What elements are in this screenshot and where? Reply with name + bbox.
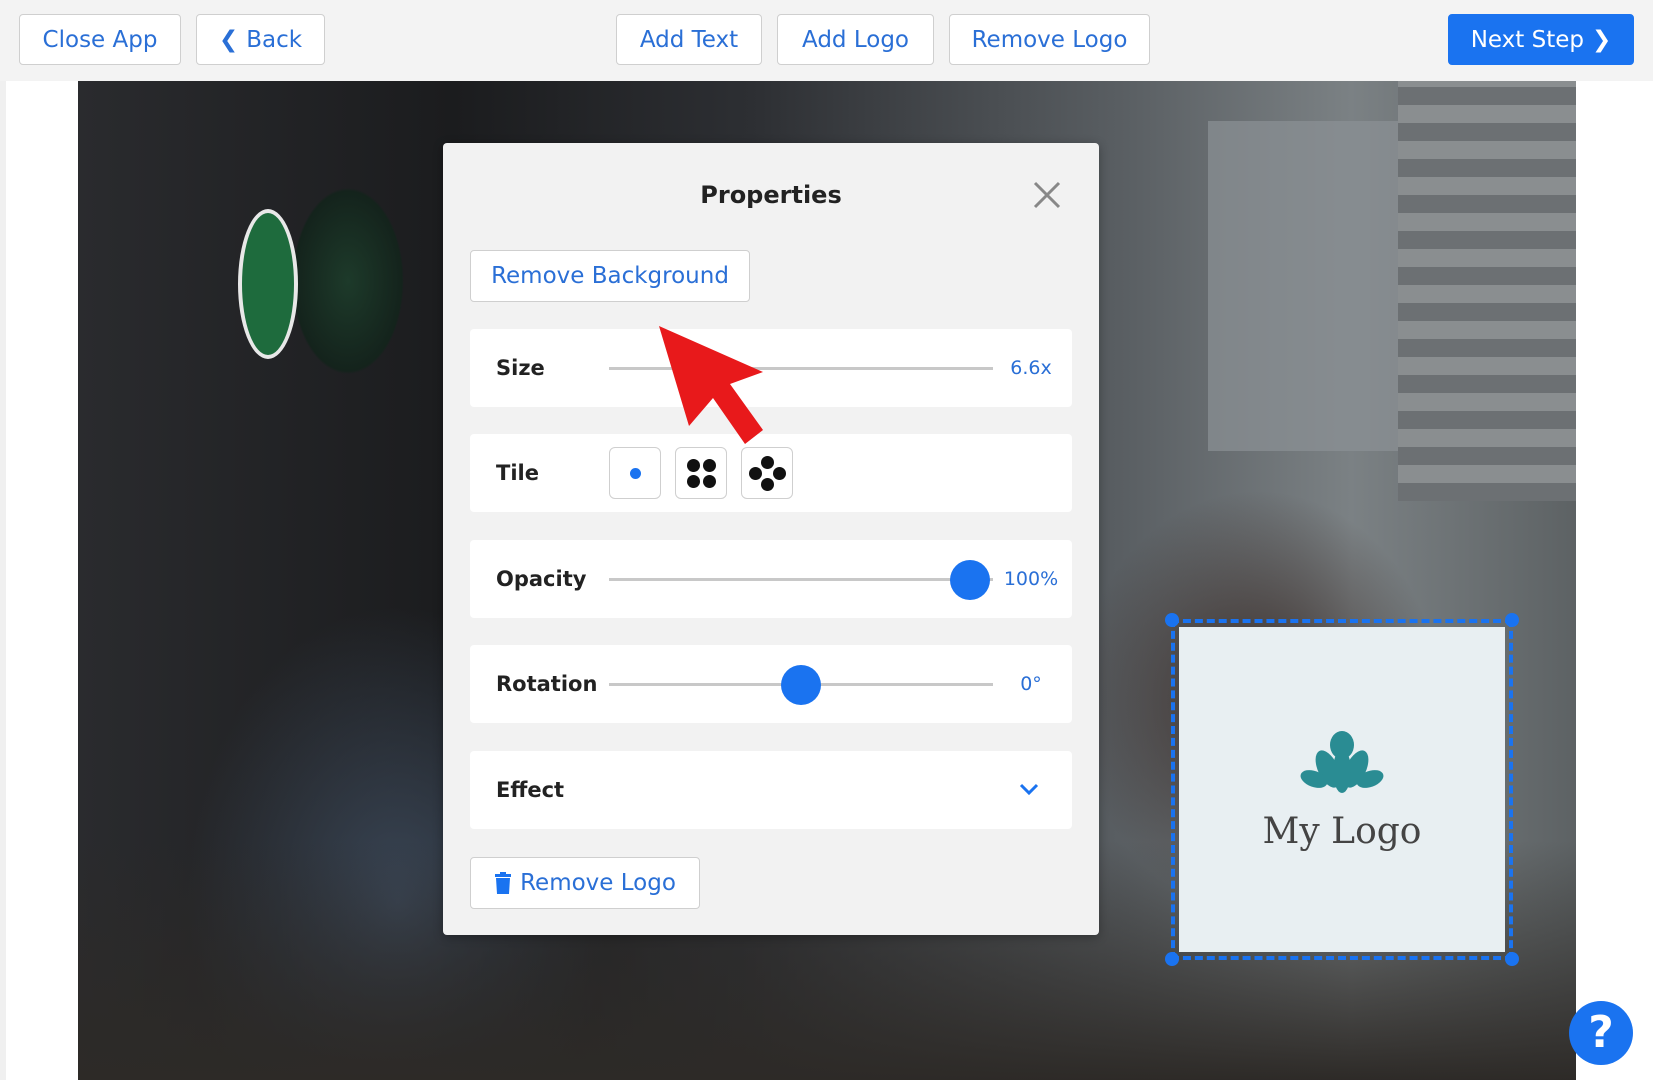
size-row: Size 6.6x	[470, 329, 1072, 407]
close-icon[interactable]	[1031, 179, 1063, 211]
logo-text: My Logo	[1262, 811, 1422, 852]
effect-label: Effect	[496, 778, 565, 802]
dot-icon	[687, 475, 700, 488]
remove-background-label: Remove Background	[491, 263, 729, 289]
photo-stairs	[1398, 81, 1576, 501]
dot-icon	[703, 459, 716, 472]
starbucks-sign	[238, 209, 298, 359]
effect-dropdown[interactable]: Effect	[470, 751, 1072, 829]
logo-selection[interactable]: My Logo	[1165, 613, 1519, 966]
logo-image: My Logo	[1179, 627, 1505, 952]
remove-logo-toolbar-button[interactable]: Remove Logo	[949, 14, 1150, 65]
resize-handle-br[interactable]	[1505, 952, 1519, 966]
remove-logo-button[interactable]: Remove Logo	[470, 857, 700, 909]
dot-icon	[749, 467, 762, 480]
tile-single-option[interactable]	[609, 447, 661, 499]
opacity-row: Opacity 100%	[470, 540, 1072, 618]
rotation-row: Rotation 0°	[470, 645, 1072, 723]
chevron-down-icon	[1019, 783, 1039, 796]
resize-handle-tr[interactable]	[1505, 613, 1519, 627]
back-button[interactable]: ❮ Back	[196, 14, 325, 65]
tile-grid-option[interactable]	[675, 447, 727, 499]
tile-label: Tile	[496, 461, 539, 485]
add-logo-label: Add Logo	[802, 26, 909, 53]
rotation-slider[interactable]	[609, 665, 993, 705]
close-app-label: Close App	[42, 26, 158, 53]
dot-icon	[703, 475, 716, 488]
dot-icon	[687, 459, 700, 472]
opacity-slider-thumb[interactable]	[949, 560, 990, 600]
close-app-button[interactable]: Close App	[19, 14, 181, 65]
properties-panel: Properties Remove Background Size 6.6x T…	[443, 143, 1099, 935]
opacity-value: 100%	[1003, 568, 1059, 590]
dot-icon	[630, 468, 641, 479]
remove-logo-label: Remove Logo	[520, 870, 676, 896]
red-arrow-pointer-icon	[659, 326, 763, 444]
chevron-right-icon: ❯	[1591, 26, 1612, 53]
size-label: Size	[496, 356, 545, 380]
next-step-button[interactable]: Next Step ❯	[1448, 14, 1634, 65]
rotation-slider-thumb[interactable]	[781, 665, 821, 705]
chevron-left-icon: ❮	[218, 26, 239, 53]
dot-icon	[761, 456, 774, 469]
next-step-label: Next Step	[1470, 26, 1584, 53]
tile-row: Tile	[470, 434, 1072, 512]
help-button[interactable]: ?	[1569, 1001, 1633, 1065]
size-value: 6.6x	[1010, 357, 1052, 379]
opacity-slider[interactable]	[609, 560, 993, 600]
remove-logo-label: Remove Logo	[971, 26, 1128, 53]
resize-handle-tl[interactable]	[1165, 613, 1179, 627]
resize-handle-bl[interactable]	[1165, 952, 1179, 966]
rotation-label: Rotation	[496, 672, 598, 696]
add-text-button[interactable]: Add Text	[616, 14, 762, 65]
toolbar: Close App ❮ Back Add Text Add Logo Remove…	[0, 0, 1653, 81]
add-logo-button[interactable]: Add Logo	[777, 14, 934, 65]
dot-icon	[773, 467, 786, 480]
tile-diamond-option[interactable]	[741, 447, 793, 499]
add-text-label: Add Text	[639, 26, 739, 53]
rotation-value: 0°	[1020, 673, 1042, 695]
back-label: Back	[246, 26, 303, 53]
trash-icon	[495, 872, 512, 894]
panel-title: Properties	[700, 181, 842, 209]
opacity-label: Opacity	[496, 567, 587, 591]
remove-background-button[interactable]: Remove Background	[470, 250, 750, 302]
dot-icon	[761, 478, 774, 491]
lotus-icon	[1300, 731, 1384, 793]
photo-door	[1208, 121, 1408, 451]
